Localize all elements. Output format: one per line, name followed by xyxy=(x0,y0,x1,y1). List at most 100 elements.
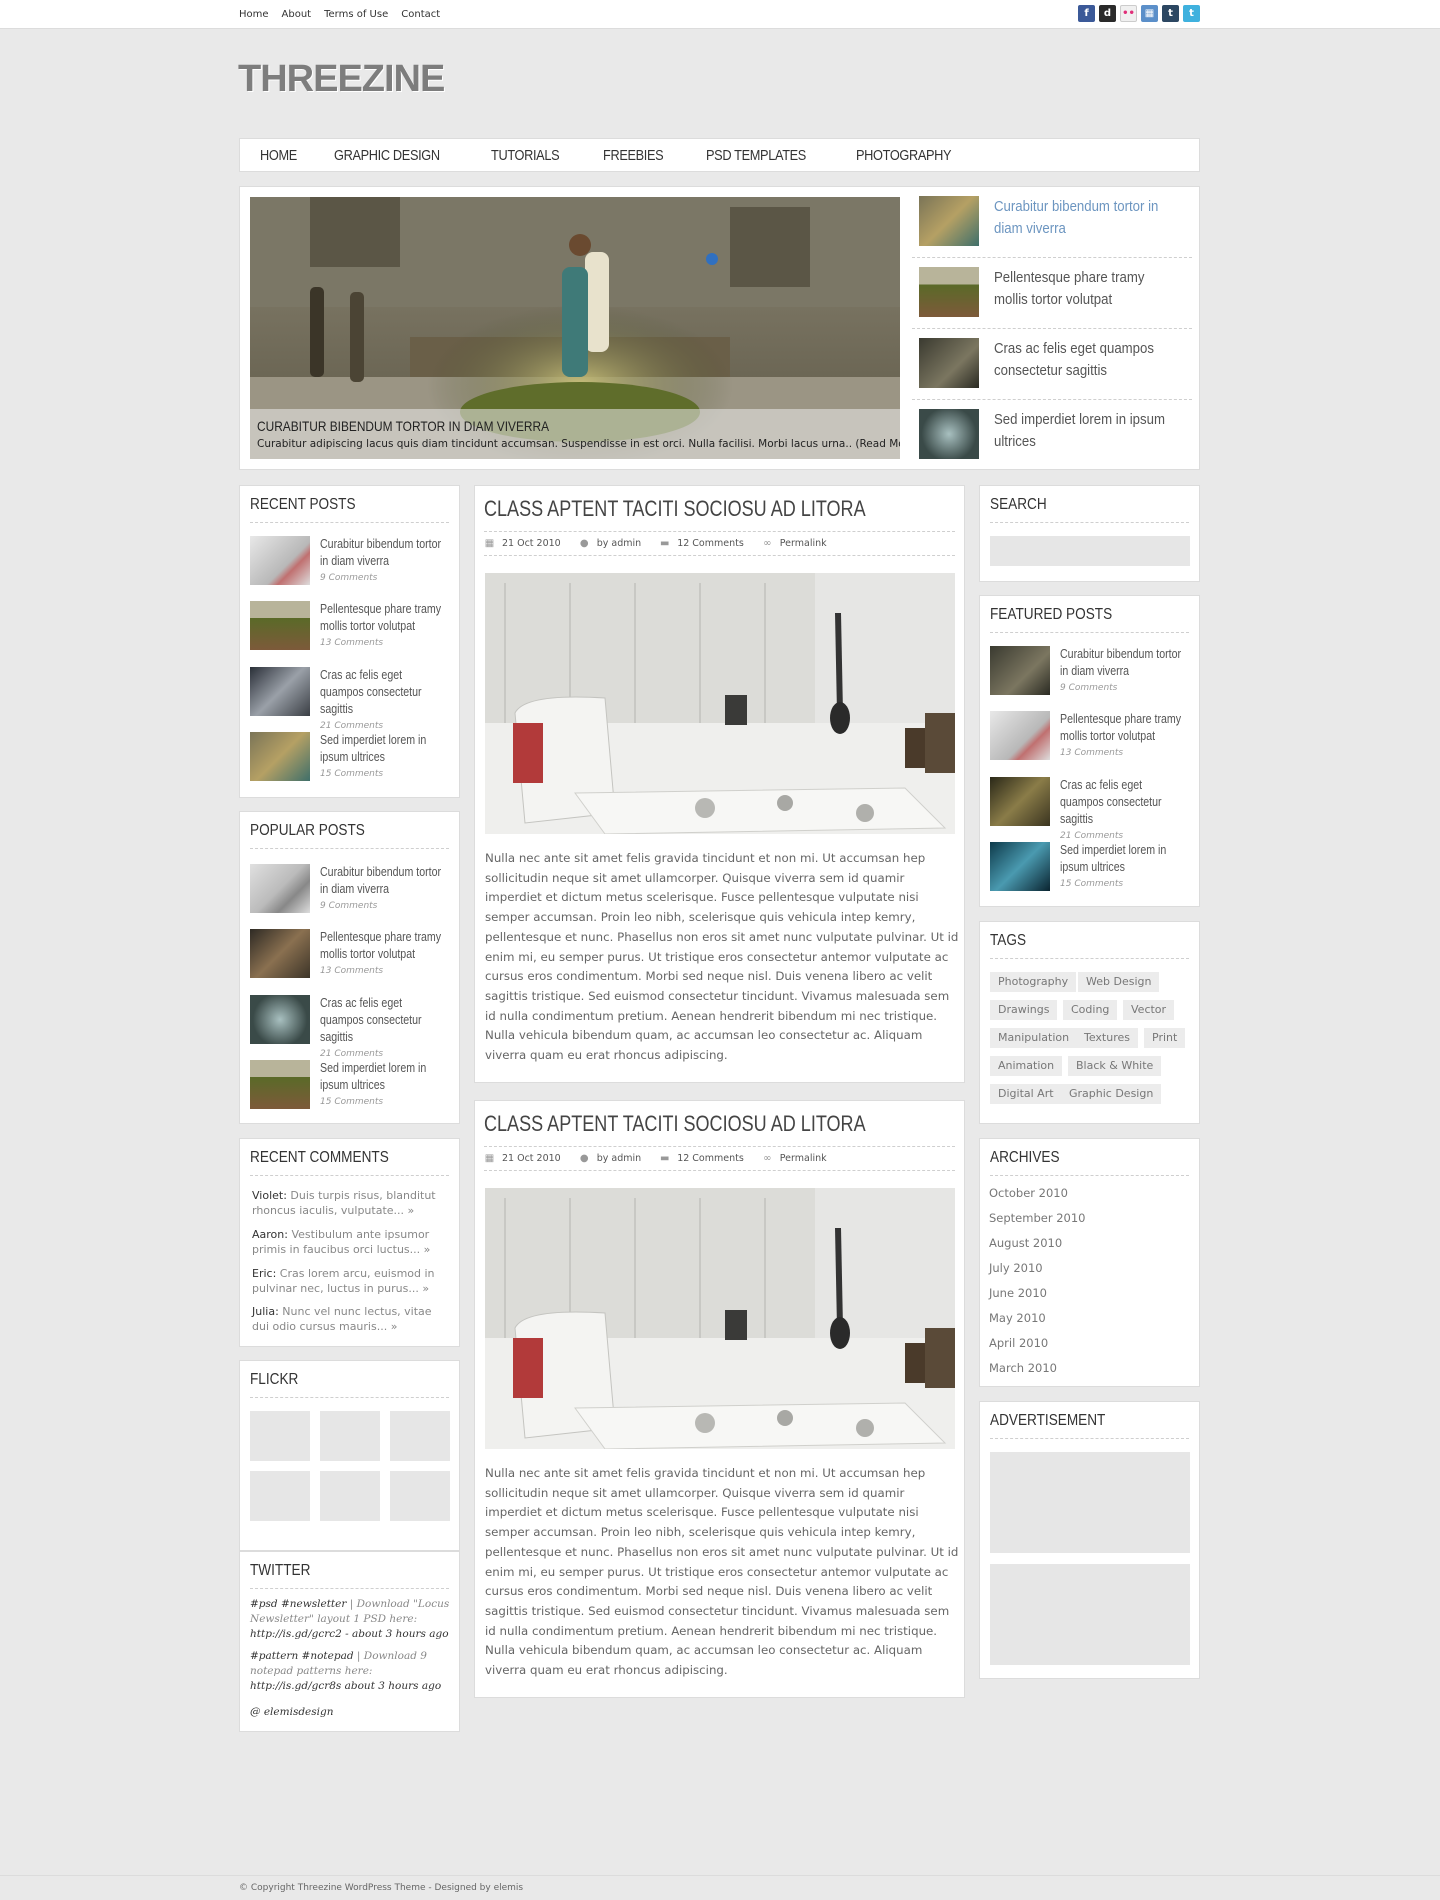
post-meta: ▦ 21 Oct 2010 ● by admin ▬ 12 Comments ∞ Per… xyxy=(484,538,845,549)
post-item[interactable]: Pellentesque phare tramy mollis tortor v… xyxy=(250,929,450,979)
tumblr-icon[interactable]: t xyxy=(1162,5,1179,22)
flickr-photo[interactable] xyxy=(250,1471,310,1521)
tag[interactable]: Print xyxy=(1144,1028,1186,1048)
nav-photography[interactable]: PHOTOGRAPHY xyxy=(856,147,952,164)
featured-slider: CURABITUR BIBENDUM TORTOR IN DIAM VIVERR… xyxy=(239,186,1200,470)
post-permalink[interactable]: Permalink xyxy=(780,538,827,549)
twitter-icon[interactable]: t xyxy=(1183,5,1200,22)
slider-list-item[interactable]: Pellentesque phare tramy mollis tortor v… xyxy=(912,258,1192,329)
nav-graphic-design[interactable]: GRAPHIC DESIGN xyxy=(334,147,440,164)
twitter-handle[interactable]: @ elemisdesign xyxy=(250,1705,450,1720)
tag[interactable]: Manipulation xyxy=(990,1028,1078,1048)
comment-item[interactable]: Eric: Cras lorem arcu, euismod in pulvin… xyxy=(252,1266,452,1296)
comment-author: Julia: xyxy=(252,1305,279,1318)
ad-slot[interactable] xyxy=(990,1564,1190,1665)
slider-list-item[interactable]: Sed imperdiet lorem in ipsum ultrices xyxy=(912,400,1192,471)
comment-author: Aaron: xyxy=(252,1228,288,1241)
ad-slot[interactable] xyxy=(990,1452,1190,1553)
slider-list-title: Curabitur bibendum tortor in diam viverr… xyxy=(994,198,1159,237)
comment-item[interactable]: Aaron: Vestibulum ante ipsumor primis in… xyxy=(252,1227,452,1257)
post-item[interactable]: Sed imperdiet lorem in ipsum ultrices 15 … xyxy=(990,842,1190,892)
slider-list-title: Pellentesque phare tramy mollis tortor v… xyxy=(994,269,1145,308)
tweet-link[interactable]: http://is.gd/gcr8s about 3 hours ago xyxy=(250,1680,441,1692)
post-item[interactable]: Cras ac felis eget quampos consectetur s… xyxy=(250,995,450,1059)
nav-home[interactable]: HOME xyxy=(260,147,297,164)
facebook-icon[interactable]: f xyxy=(1078,5,1095,22)
tag[interactable]: Drawings xyxy=(990,1000,1058,1020)
flickr-photo[interactable] xyxy=(320,1471,380,1521)
slider-list-item[interactable]: Cras ac felis eget quampos consectetur s… xyxy=(912,329,1192,400)
archive-link[interactable]: June 2010 xyxy=(989,1286,1047,1300)
post-comments[interactable]: 12 Comments xyxy=(677,538,744,549)
post-title: Pellentesque phare tramy mollis tortor v… xyxy=(1060,712,1182,743)
archive-link[interactable]: May 2010 xyxy=(989,1311,1046,1325)
nav-tutorials[interactable]: TUTORIALS xyxy=(491,147,560,164)
post-author[interactable]: by admin xyxy=(597,1153,641,1164)
nav-psd-templates[interactable]: PSD TEMPLATES xyxy=(706,147,806,164)
flickr-icon[interactable]: •• xyxy=(1120,5,1137,22)
tag[interactable]: Animation xyxy=(990,1056,1063,1076)
tag[interactable]: Vector xyxy=(1123,1000,1175,1020)
tag[interactable]: Digital Art xyxy=(990,1084,1062,1104)
top-bar: Home About Terms of Use Contact f d •• ▦ t t xyxy=(0,0,1440,29)
tweet-tags[interactable]: #psd #newsletter xyxy=(250,1598,346,1610)
tweet: #pattern #notepad | Download 9 notepad p… xyxy=(250,1649,450,1694)
top-link-home[interactable]: Home xyxy=(239,9,269,20)
post-heading[interactable]: CLASS APTENT TACITI SOCIOSU AD LITORA xyxy=(484,496,866,522)
nav-freebies[interactable]: FREEBIES xyxy=(603,147,664,164)
tag[interactable]: Photography xyxy=(990,972,1077,992)
comment-item[interactable]: Violet: Duis turpis risus, blanditut rho… xyxy=(252,1188,452,1218)
delicious-icon[interactable]: d xyxy=(1099,5,1116,22)
tag[interactable]: Graphic Design xyxy=(1061,1084,1162,1104)
flickr-photo[interactable] xyxy=(320,1411,380,1461)
post-author[interactable]: by admin xyxy=(597,538,641,549)
archive-link[interactable]: August 2010 xyxy=(989,1236,1062,1250)
post-image[interactable] xyxy=(485,1188,955,1449)
archive-link[interactable]: October 2010 xyxy=(989,1186,1068,1200)
post-item[interactable]: Curabitur bibendum tortor in diam viverr… xyxy=(250,864,450,914)
archive-link[interactable]: July 2010 xyxy=(989,1261,1043,1275)
post-item[interactable]: Curabitur bibendum tortor in diam viverr… xyxy=(990,646,1190,696)
archives-widget: ARCHIVES October 2010 September 2010 Aug… xyxy=(979,1138,1200,1387)
post-item[interactable]: Sed imperdiet lorem in ipsum ultrices 15 … xyxy=(250,732,450,782)
flickr-photo[interactable] xyxy=(390,1471,450,1521)
comment-count: 21 Comments xyxy=(1060,831,1124,841)
post-item[interactable]: Pellentesque phare tramy mollis tortor v… xyxy=(250,601,450,651)
tag[interactable]: Coding xyxy=(1063,1000,1118,1020)
post-item[interactable]: Curabitur bibendum tortor in diam viverr… xyxy=(250,536,450,586)
post-comments[interactable]: 12 Comments xyxy=(677,1153,744,1164)
tag[interactable]: Web Design xyxy=(1078,972,1160,992)
site-logo[interactable]: THREEZINE xyxy=(238,58,445,101)
archive-link[interactable]: March 2010 xyxy=(989,1361,1057,1375)
divider xyxy=(484,1170,955,1171)
top-link-about[interactable]: About xyxy=(282,9,312,20)
tag[interactable]: Textures xyxy=(1076,1028,1138,1048)
tweet-tags[interactable]: #pattern #notepad xyxy=(250,1650,354,1662)
post-item[interactable]: Sed imperdiet lorem in ipsum ultrices 15 … xyxy=(250,1060,450,1110)
top-link-contact[interactable]: Contact xyxy=(401,9,440,20)
top-link-terms[interactable]: Terms of Use xyxy=(324,9,388,20)
slider-image[interactable]: CURABITUR BIBENDUM TORTOR IN DIAM VIVERR… xyxy=(250,197,900,459)
post-permalink[interactable]: Permalink xyxy=(780,1153,827,1164)
post-heading[interactable]: CLASS APTENT TACITI SOCIOSU AD LITORA xyxy=(484,1111,866,1137)
post-item[interactable]: Cras ac felis eget quampos consectetur s… xyxy=(990,777,1190,841)
archive-link[interactable]: April 2010 xyxy=(989,1336,1048,1350)
search-input[interactable] xyxy=(990,536,1190,566)
comment-count: 13 Comments xyxy=(1060,748,1124,758)
slider-list-title: Sed imperdiet lorem in ipsum ultrices xyxy=(994,411,1165,450)
slider-title[interactable]: CURABITUR BIBENDUM TORTOR IN DIAM VIVERR… xyxy=(257,418,798,434)
comment-item[interactable]: Julia: Nunc vel nunc lectus, vitae dui o… xyxy=(252,1304,452,1334)
widget-title: TAGS xyxy=(990,932,1027,949)
flickr-photo[interactable] xyxy=(250,1411,310,1461)
tag[interactable]: Black & White xyxy=(1068,1056,1162,1076)
post-item[interactable]: Pellentesque phare tramy mollis tortor v… xyxy=(990,711,1190,761)
slider-list: Curabitur bibendum tortor in diam viverr… xyxy=(912,187,1192,471)
post-thumb xyxy=(250,929,310,978)
post-item[interactable]: Cras ac felis eget quampos consectetur s… xyxy=(250,667,450,731)
slider-list-item[interactable]: Curabitur bibendum tortor in diam viverr… xyxy=(912,187,1192,258)
tweet-link[interactable]: http://is.gd/gcrc2 - about 3 hours ago xyxy=(250,1628,449,1640)
archive-link[interactable]: September 2010 xyxy=(989,1211,1086,1225)
grid-icon[interactable]: ▦ xyxy=(1141,5,1158,22)
post-image[interactable] xyxy=(485,573,955,834)
flickr-photo[interactable] xyxy=(390,1411,450,1461)
